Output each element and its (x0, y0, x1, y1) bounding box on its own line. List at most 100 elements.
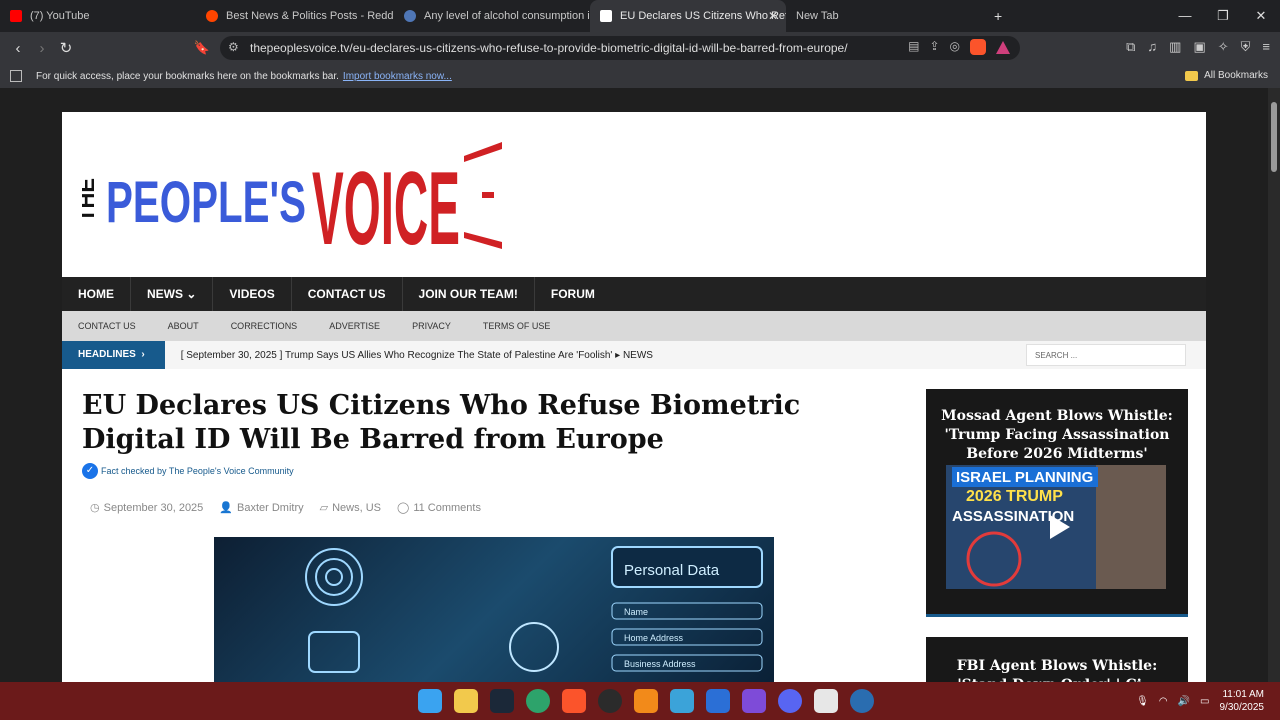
sub-nav: CONTACT US ABOUT CORRECTIONS ADVERTISE P… (62, 311, 1206, 341)
volume-icon[interactable]: 🔊 (1178, 696, 1190, 707)
check-icon: ✓ (82, 463, 98, 479)
site-container: THE PEOPLE'S VOICE HOME NEWS ⌄ VIDEOS CO… (62, 112, 1206, 682)
media-icon[interactable]: ♫ (1147, 39, 1157, 55)
scrollbar[interactable] (1268, 88, 1280, 682)
windows-start-icon[interactable] (418, 689, 442, 713)
nav-news[interactable]: NEWS ⌄ (131, 277, 214, 311)
comment-icon: ◯ (397, 502, 410, 514)
url-bar[interactable]: ⚙ thepeoplesvoice.tv/eu-declares-us-citi… (220, 36, 1020, 60)
video-thumbnail[interactable]: ISRAEL PLANNING 2026 TRUMP ASSASSINATION (946, 465, 1166, 589)
all-bookmarks-label: All Bookmarks (1204, 70, 1268, 81)
screenshot-icon[interactable]: ⧉ (1126, 39, 1135, 55)
meta-author[interactable]: 👤 Baxter Dmitry (219, 501, 303, 515)
tab-youtube[interactable]: (7) YouTube (0, 0, 196, 32)
tab-new-tab[interactable]: New Tab (786, 0, 982, 32)
edge-icon[interactable] (526, 689, 550, 713)
sidebar-icon[interactable]: ▥ (1169, 39, 1181, 55)
subnav-privacy[interactable]: PRIVACY (396, 321, 467, 331)
meta-categories-text: News, US (332, 501, 381, 514)
sidebar-video-card-2[interactable]: FBI Agent Blows Whistle: 'Stand Down Ord… (926, 637, 1188, 682)
headline-item[interactable]: [ September 30, 2025 ] Trump Says US All… (181, 350, 653, 361)
peoples-voice-logo[interactable]: THE PEOPLE'S VOICE (82, 134, 512, 259)
nav-join-our-team[interactable]: JOIN OUR TEAM! (403, 277, 535, 311)
close-window-icon[interactable]: ✕ (1242, 0, 1280, 32)
headlines-label: HEADLINES › (62, 341, 165, 369)
clock[interactable]: 11:01 AM 9/30/2025 (1220, 688, 1265, 714)
subnav-corrections[interactable]: CORRECTIONS (215, 321, 314, 331)
all-bookmarks-button[interactable]: All Bookmarks (1185, 70, 1268, 81)
scrollbar-thumb[interactable] (1271, 102, 1277, 172)
nav-contact-us[interactable]: CONTACT US (292, 277, 403, 311)
vlc-icon[interactable] (634, 689, 658, 713)
discord-icon[interactable] (778, 689, 802, 713)
obs-icon[interactable] (598, 689, 622, 713)
apps-grid-icon[interactable] (10, 70, 22, 82)
sidebar-card-title: Mossad Agent Blows Whistle: 'Trump Facin… (941, 408, 1173, 462)
minimize-icon[interactable]: — (1166, 0, 1204, 32)
headline-text: Trump Says US Allies Who Recognize The S… (285, 349, 613, 361)
subnav-about[interactable]: ABOUT (152, 321, 215, 331)
new-tab-button[interactable]: + (994, 8, 1002, 24)
back-icon[interactable]: ‹ (6, 40, 30, 57)
subnav-contact-us[interactable]: CONTACT US (62, 321, 152, 331)
sidebar-video-card[interactable]: Mossad Agent Blows Whistle: 'Trump Facin… (926, 389, 1188, 617)
steam-icon[interactable] (490, 689, 514, 713)
meta-categories[interactable]: ▱ News, US (320, 501, 381, 515)
clock-icon: ◷ (90, 502, 100, 514)
fact-check-badge[interactable]: ✓ Fact checked by The People's Voice Com… (82, 463, 294, 479)
logo-stripe (482, 192, 494, 198)
meta-date-text: September 30, 2025 (103, 501, 204, 514)
brave-shields-icon[interactable] (970, 39, 986, 55)
hero-name: Name (624, 607, 648, 617)
subnav-terms[interactable]: TERMS OF USE (467, 321, 567, 331)
search-input[interactable]: SEARCH ... (1026, 344, 1186, 366)
nav-home[interactable]: HOME (62, 277, 131, 311)
close-tab-icon[interactable]: ✕ (768, 9, 778, 23)
leo-ai-icon[interactable]: ✧ (1218, 39, 1229, 55)
play-icon: ▸ (615, 349, 621, 361)
brave-icon[interactable] (562, 689, 586, 713)
reload-icon[interactable]: ↻ (54, 39, 78, 57)
tab-eu-declares[interactable]: EU Declares US Citizens Who Ref ✕ (590, 0, 786, 32)
bookmark-icon[interactable]: 🔖 (190, 40, 214, 56)
peoples-voice-icon (600, 10, 612, 22)
bookmarks-bar: For quick access, place your bookmarks h… (0, 64, 1280, 88)
word-icon[interactable] (706, 689, 730, 713)
wifi-icon[interactable]: ◠ (1159, 696, 1168, 707)
clapper-icon[interactable] (742, 689, 766, 713)
window-controls: — ❐ ✕ (1166, 0, 1280, 32)
wallet-icon[interactable]: ▣ (1193, 39, 1205, 55)
tab-label: Best News & Politics Posts - Reddit (226, 10, 394, 22)
tab-alcohol[interactable]: Any level of alcohol consumption inc (394, 0, 590, 32)
url-text: thepeoplesvoice.tv/eu-declares-us-citize… (250, 41, 848, 55)
meta-comments-text: 11 Comments (413, 501, 481, 514)
nav-videos[interactable]: VIDEOS (213, 277, 292, 311)
subnav-advertise[interactable]: ADVERTISE (313, 321, 396, 331)
clock-date: 9/30/2025 (1219, 702, 1265, 713)
reader-icon[interactable]: ▤ (908, 39, 919, 55)
tab-label: EU Declares US Citizens Who Ref (620, 10, 786, 22)
tab-reddit[interactable]: Best News & Politics Posts - Reddit (196, 0, 394, 32)
forward-icon[interactable]: › (30, 40, 54, 57)
share-icon[interactable]: ⇪ (929, 39, 939, 55)
vpn-icon[interactable]: ⛨ (1241, 39, 1251, 55)
file-explorer-icon[interactable] (454, 689, 478, 713)
store-icon[interactable] (814, 689, 838, 713)
hero-home-address: Home Address (624, 633, 684, 643)
battery-icon[interactable]: ▭ (1200, 696, 1209, 707)
rss-icon[interactable]: ◎ (950, 39, 960, 55)
nav-forum[interactable]: FORUM (535, 277, 611, 311)
notepad-icon[interactable] (670, 689, 694, 713)
import-bookmarks-link[interactable]: Import bookmarks now... (343, 71, 452, 82)
article-meta: ◷ September 30, 2025 👤 Baxter Dmitry ▱ News… (90, 501, 481, 515)
settings-icon[interactable] (850, 689, 874, 713)
sidebar-card2-title: FBI Agent Blows Whistle: 'Stand Down Ord… (956, 658, 1158, 682)
site-info-icon[interactable]: ⚙ (228, 40, 239, 54)
brave-rewards-icon[interactable] (996, 41, 1010, 54)
menu-icon[interactable]: ≡ (1262, 39, 1270, 55)
meta-comments[interactable]: ◯ 11 Comments (397, 501, 481, 515)
clock-time: 11:01 AM (1222, 689, 1264, 700)
microphone-icon[interactable]: 🎙 (1136, 696, 1149, 707)
restore-icon[interactable]: ❐ (1204, 0, 1242, 32)
tab-label: New Tab (796, 10, 839, 22)
